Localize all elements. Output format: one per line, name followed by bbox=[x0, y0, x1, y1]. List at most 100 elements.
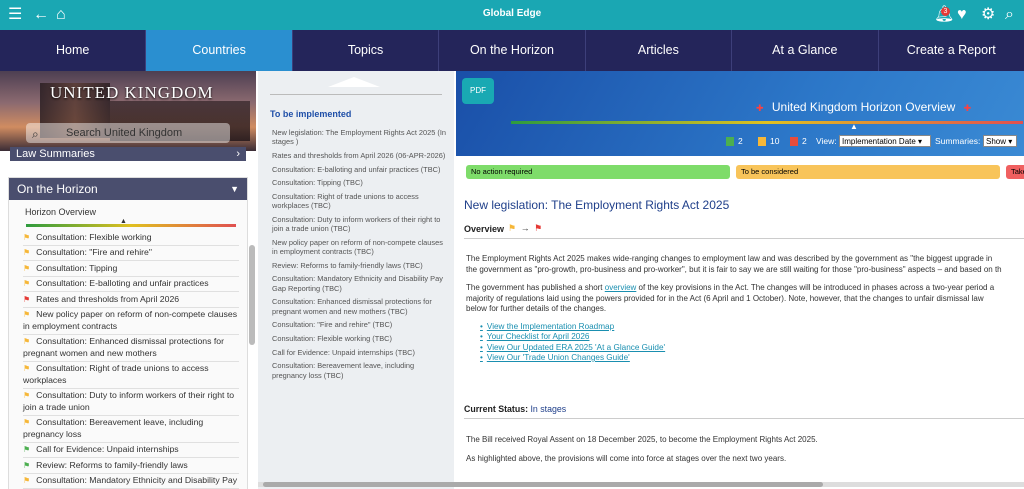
left-scrollbar[interactable] bbox=[249, 245, 255, 345]
paragraph-2: The government has published a short ove… bbox=[466, 283, 1024, 315]
scrollbar-thumb[interactable] bbox=[263, 482, 823, 487]
orange-flag-icon: ⚑ bbox=[23, 391, 31, 400]
green-count: 2 bbox=[738, 136, 743, 146]
horizon-list-item[interactable]: ⚑ Review: Reforms to family-friendly laws bbox=[23, 458, 239, 474]
horizon-list-item-label: Consultation: Duty to inform workers of … bbox=[23, 390, 235, 412]
status-take-action[interactable]: Take bbox=[1006, 165, 1024, 179]
horizon-list-item[interactable]: ⚑ Consultation: "Fire and rehire" bbox=[23, 246, 239, 261]
pdf-button[interactable]: PDF bbox=[462, 78, 494, 104]
view-label: View: bbox=[816, 136, 837, 146]
paragraph-1: The Employment Rights Act 2025 makes wid… bbox=[466, 254, 1024, 275]
tab-create-report[interactable]: Create a Report bbox=[879, 30, 1024, 71]
implementation-list-item[interactable]: Consultation: E-balloting and unfair pra… bbox=[272, 165, 450, 174]
paragraph-3: The Bill received Royal Assent on 18 Dec… bbox=[466, 435, 818, 444]
implementation-list-item[interactable]: Consultation: "Fire and rehire" (TBC) bbox=[272, 320, 450, 329]
paragraph-1-line-1: The Employment Rights Act 2025 makes wid… bbox=[466, 254, 993, 263]
horizon-list-item[interactable]: ⚑ Consultation: Mandatory Ethnicity and D… bbox=[23, 474, 239, 489]
implementation-list-item[interactable]: Consultation: Flexible working (TBC) bbox=[272, 334, 450, 343]
horizon-list-item[interactable]: ⚑ Consultation: Right of trade unions to … bbox=[23, 362, 239, 389]
horizon-list-item-label: Consultation: E-balloting and unfair pra… bbox=[36, 278, 209, 288]
link-at-a-glance[interactable]: • View Our Updated ERA 2025 'At a Glance … bbox=[480, 343, 665, 353]
divider bbox=[464, 418, 1024, 419]
collapse-arrow-icon[interactable] bbox=[328, 77, 380, 87]
horizon-list-item-label: Consultation: Flexible working bbox=[36, 231, 152, 242]
heart-icon[interactable]: ♥ bbox=[957, 5, 967, 25]
orange-flag-icon: ⚑ bbox=[23, 364, 31, 373]
top-bar: ☰ ← ⌂ Global Edge 🔔︎ 3 ♥ ⚙ ⌕ bbox=[0, 0, 1024, 30]
orange-flag-icon: ⚑ bbox=[23, 310, 31, 319]
law-summaries-header[interactable]: Law Summaries › bbox=[10, 147, 246, 161]
implementation-list-item[interactable]: Consultation: Bereavement leave, includi… bbox=[272, 361, 450, 379]
horizon-list-item[interactable]: ⚑ Call for Evidence: Unpaid internships bbox=[23, 443, 239, 458]
orange-flag-icon: ⚑ bbox=[23, 263, 31, 273]
uk-flag-icon: ✚ bbox=[756, 103, 764, 113]
tab-countries[interactable]: Countries bbox=[146, 30, 293, 71]
overview-toolbar: 2 10 2 View: Implementation Date ▾ Summa… bbox=[456, 135, 1024, 149]
implementation-list-item[interactable]: Consultation: Mandatory Ethnicity and Di… bbox=[272, 274, 450, 292]
horizon-list-item[interactable]: ⚑ Rates and thresholds from April 2026 bbox=[23, 292, 239, 308]
view-select[interactable]: Implementation Date ▾ bbox=[839, 135, 931, 147]
horizon-list-item-label: Review: Reforms to family-friendly laws bbox=[36, 459, 188, 470]
overview-link[interactable]: overview bbox=[605, 283, 637, 292]
horizon-list-item-label: Consultation: Tipping bbox=[36, 262, 118, 273]
middle-panel: To be implemented New legislation: The E… bbox=[258, 71, 454, 489]
summaries-select[interactable]: Show ▾ bbox=[983, 135, 1017, 147]
implementation-list-item[interactable]: Rates and thresholds from April 2026 (06… bbox=[272, 151, 450, 160]
orange-flag-icon: ⚑ bbox=[23, 248, 31, 257]
status-to-be-considered[interactable]: To be considered bbox=[736, 165, 1000, 179]
law-summaries-label: Law Summaries bbox=[16, 148, 95, 160]
implementation-list-item[interactable]: Call for Evidence: Unpaid internships (T… bbox=[272, 348, 450, 357]
green-flag-icon: ⚑ bbox=[23, 460, 31, 470]
orange-doc-icon bbox=[758, 137, 766, 146]
horizon-list-item[interactable]: ⚑ Consultation: E-balloting and unfair pr… bbox=[23, 277, 239, 292]
horizontal-scrollbar[interactable] bbox=[258, 482, 1024, 487]
overview-title: United Kingdom Horizon Overview bbox=[771, 100, 956, 114]
chevron-right-icon: › bbox=[236, 148, 240, 160]
horizon-list-item[interactable]: ⚑ New policy paper on reform of non-compe… bbox=[23, 308, 239, 335]
chevron-down-icon: ▼ bbox=[230, 184, 239, 194]
tab-on-the-horizon[interactable]: On the Horizon bbox=[439, 30, 586, 71]
tab-topics[interactable]: Topics bbox=[293, 30, 440, 71]
red-flag-icon: ⚑ bbox=[23, 294, 31, 304]
resource-links: • View the Implementation Roadmap • Your C… bbox=[480, 322, 665, 363]
current-status: Current Status: In stages bbox=[464, 404, 566, 414]
implementation-list-item[interactable]: Review: Reforms to family-friendly laws … bbox=[272, 261, 450, 270]
horizon-list-item[interactable]: ⚑ Consultation: Bereavement leave, includ… bbox=[23, 416, 239, 443]
arrow-right-icon: → bbox=[520, 223, 530, 233]
summaries-select-value: Show bbox=[986, 137, 1007, 146]
tab-at-a-glance[interactable]: At a Glance bbox=[732, 30, 879, 71]
implementation-list-item[interactable]: Consultation: Right of trade unions to a… bbox=[272, 192, 450, 210]
implementation-list-item[interactable]: New policy paper on reform of non-compet… bbox=[272, 238, 450, 256]
tab-articles[interactable]: Articles bbox=[586, 30, 733, 71]
gauge-pointer-icon: ▲ bbox=[850, 122, 858, 131]
red-doc-icon bbox=[790, 137, 798, 146]
horizon-list-item[interactable]: ⚑ Consultation: Tipping bbox=[23, 261, 239, 277]
link-checklist[interactable]: • Your Checklist for April 2026 bbox=[480, 332, 665, 342]
implementation-list-item[interactable]: New legislation: The Employment Rights A… bbox=[272, 128, 450, 146]
horizon-list-item[interactable]: ⚑ Consultation: Enhanced dismissal protec… bbox=[23, 335, 239, 362]
status-no-action[interactable]: No action required bbox=[466, 165, 730, 179]
paragraph-2-line-2: majority of regulations laid using the p… bbox=[466, 293, 984, 303]
red-count: 2 bbox=[802, 136, 807, 146]
horizon-header-label: On the Horizon bbox=[17, 182, 98, 196]
view-select-value: Implementation Date bbox=[842, 137, 916, 146]
link-trade-union[interactable]: • View Our 'Trade Union Changes Guide' bbox=[480, 353, 665, 363]
app-title: Global Edge bbox=[482, 8, 542, 19]
implementation-list-item[interactable]: Consultation: Tipping (TBC) bbox=[272, 178, 450, 187]
horizon-overview-link[interactable]: Horizon Overview bbox=[9, 200, 247, 222]
implementation-list-item[interactable]: Consultation: Duty to inform workers of … bbox=[272, 215, 450, 233]
overview-gauge bbox=[511, 121, 1023, 124]
left-panel: UNITED KINGDOM ⌕ Search United Kingdom L… bbox=[0, 71, 256, 489]
overview-title-row: ✚ United Kingdom Horizon Overview ✚ bbox=[756, 100, 971, 114]
link-roadmap[interactable]: • View the Implementation Roadmap bbox=[480, 322, 665, 332]
search-icon[interactable]: ⌕ bbox=[1005, 5, 1014, 25]
horizon-header[interactable]: On the Horizon ▼ bbox=[9, 178, 247, 200]
horizon-list-item[interactable]: ⚑ Consultation: Flexible working bbox=[23, 230, 239, 246]
link-text: View Our 'Trade Union Changes Guide' bbox=[486, 352, 630, 362]
horizon-list-item[interactable]: ⚑ Consultation: Duty to inform workers of… bbox=[23, 389, 239, 416]
tab-home[interactable]: Home bbox=[0, 30, 147, 71]
gear-icon[interactable]: ⚙ bbox=[981, 5, 995, 25]
country-search-input[interactable]: ⌕ Search United Kingdom bbox=[26, 123, 230, 143]
implementation-list-item[interactable]: Consultation: Enhanced dismissal protect… bbox=[272, 297, 450, 315]
horizon-list-item-label: Rates and thresholds from April 2026 bbox=[36, 293, 180, 304]
